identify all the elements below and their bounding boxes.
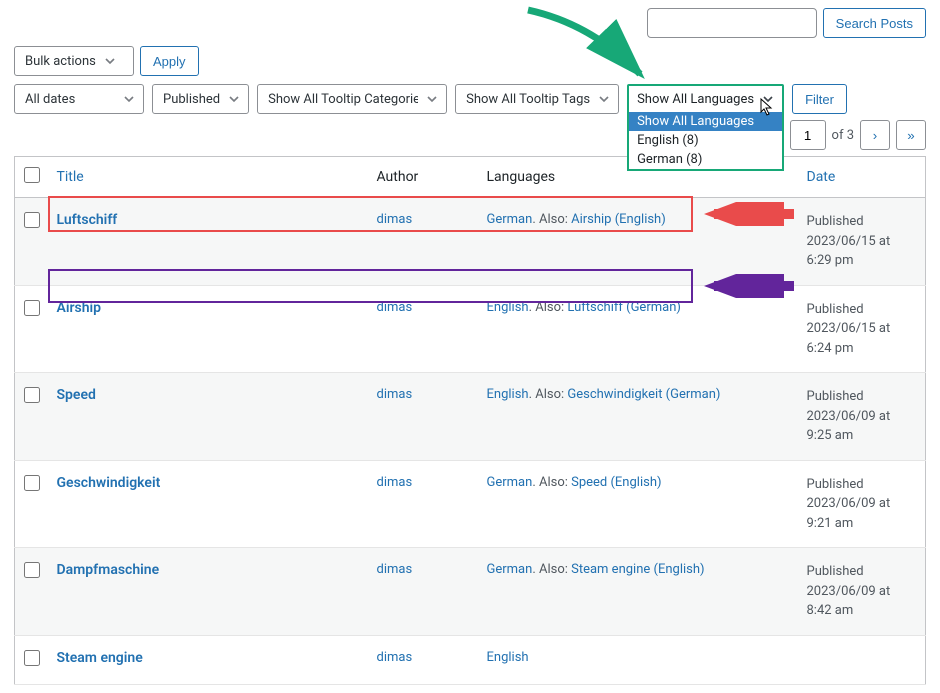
chevron-down-icon <box>424 91 440 107</box>
select-all-checkbox[interactable] <box>24 167 40 183</box>
date-cell: Published2023/06/09 at 9:25 am <box>799 373 926 461</box>
post-title-link[interactable]: Airship <box>57 300 102 316</box>
search-input[interactable] <box>647 8 817 38</box>
language-option[interactable]: Show All Languages <box>629 112 782 131</box>
table-row: Luftschiff dimas German. Also: Airship (… <box>15 198 926 286</box>
current-page-input[interactable] <box>790 120 826 150</box>
last-page-button[interactable]: » <box>896 120 926 150</box>
language-also-link[interactable]: Steam engine (English) <box>571 562 704 577</box>
category-label: Show All Tooltip Categories <box>268 92 418 107</box>
bulk-actions-label: Bulk actions <box>25 54 96 69</box>
author-link[interactable]: dimas <box>377 300 413 315</box>
author-link[interactable]: dimas <box>377 212 413 227</box>
post-title-link[interactable]: Geschwindigkeit <box>57 475 161 491</box>
posts-table: Title Author Languages Date Luftschiff d… <box>14 156 926 685</box>
date-cell: Published2023/06/15 at 6:29 pm <box>799 198 926 286</box>
post-title-link[interactable]: Speed <box>57 387 96 403</box>
chevron-down-icon <box>102 53 118 69</box>
row-checkbox[interactable] <box>24 212 40 228</box>
date-cell: Published2023/06/09 at 9:21 am <box>799 460 926 548</box>
row-checkbox[interactable] <box>24 650 40 666</box>
author-link[interactable]: dimas <box>377 562 413 577</box>
row-checkbox[interactable] <box>24 300 40 316</box>
language-primary-link[interactable]: English <box>487 650 529 665</box>
table-row: Dampfmaschine dimas German. Also: Steam … <box>15 548 926 636</box>
languages-label: Show All Languages <box>637 92 754 107</box>
next-page-button[interactable]: › <box>860 120 890 150</box>
category-select[interactable]: Show All Tooltip Categories <box>257 84 447 114</box>
column-header-author: Author <box>369 157 479 198</box>
dates-label: All dates <box>25 92 75 107</box>
status-label: Published <box>163 92 220 107</box>
apply-button[interactable]: Apply <box>140 46 199 76</box>
table-row: Steam engine dimas English <box>15 635 926 684</box>
post-title-link[interactable]: Steam engine <box>57 650 143 666</box>
language-primary-link[interactable]: English <box>487 387 529 402</box>
table-row: Airship dimas English. Also: Luftschiff … <box>15 285 926 373</box>
language-also-link[interactable]: Airship (English) <box>571 212 666 227</box>
column-header-date[interactable]: Date <box>799 157 926 198</box>
language-also-link[interactable]: Geschwindigkeit (German) <box>567 387 720 402</box>
language-also-link[interactable]: Luftschiff (German) <box>567 300 681 315</box>
language-primary-link[interactable]: German <box>487 212 533 227</box>
column-header-title[interactable]: Title <box>49 157 369 198</box>
languages-select[interactable]: Show All Languages <box>627 84 784 114</box>
post-title-link[interactable]: Luftschiff <box>57 212 118 228</box>
post-title-link[interactable]: Dampfmaschine <box>57 562 160 578</box>
tags-select[interactable]: Show All Tooltip Tags <box>455 84 619 114</box>
date-cell: Published2023/06/09 at 8:42 am <box>799 548 926 636</box>
table-row: Speed dimas English. Also: Geschwindigke… <box>15 373 926 461</box>
language-primary-link[interactable]: German <box>487 562 533 577</box>
author-link[interactable]: dimas <box>377 650 413 665</box>
status-select[interactable]: Published <box>152 84 249 114</box>
language-primary-link[interactable]: English <box>487 300 529 315</box>
languages-dropdown: Show All Languages English (8) German (8… <box>627 112 784 171</box>
language-option[interactable]: German (8) <box>629 150 782 169</box>
search-posts-button[interactable]: Search Posts <box>823 8 926 38</box>
bulk-actions-select[interactable]: Bulk actions <box>14 46 134 76</box>
language-also-link[interactable]: Speed (English) <box>571 475 661 490</box>
chevron-down-icon <box>760 91 776 107</box>
row-checkbox[interactable] <box>24 475 40 491</box>
dates-select[interactable]: All dates <box>14 84 144 114</box>
date-cell <box>799 635 926 684</box>
chevron-down-icon <box>596 91 612 107</box>
chevron-down-icon <box>121 91 137 107</box>
filter-button[interactable]: Filter <box>792 84 847 114</box>
date-cell: Published2023/06/15 at 6:24 pm <box>799 285 926 373</box>
author-link[interactable]: dimas <box>377 475 413 490</box>
row-checkbox[interactable] <box>24 562 40 578</box>
pages-total-label: of 3 <box>832 128 854 143</box>
language-primary-link[interactable]: German <box>487 475 533 490</box>
chevron-down-icon <box>226 91 242 107</box>
language-option[interactable]: English (8) <box>629 131 782 150</box>
tags-label: Show All Tooltip Tags <box>466 92 590 107</box>
author-link[interactable]: dimas <box>377 387 413 402</box>
row-checkbox[interactable] <box>24 387 40 403</box>
table-row: Geschwindigkeit dimas German. Also: Spee… <box>15 460 926 548</box>
